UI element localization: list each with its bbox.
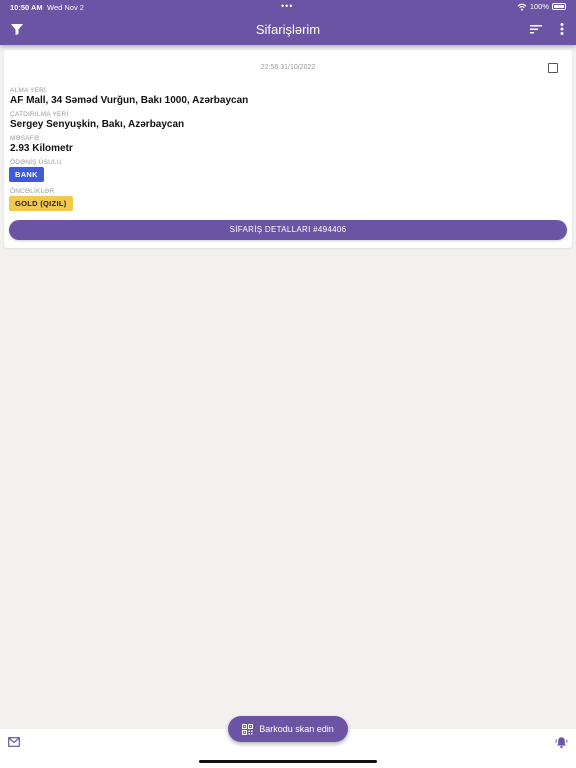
pickup-label: ALMA YERİ [10,87,47,94]
battery-percent: 100% [529,2,549,11]
sort-icon[interactable] [527,20,545,38]
order-datetime: 22:58 31/10/2022 [260,64,316,71]
app-header: 10:50 AM Wed Nov 2 ••• 100% Sifarişlərim [0,0,576,45]
mail-icon[interactable] [8,737,20,747]
pickup-value: AF Mall, 34 Səməd Vurğun, Bakı 1000, Azə… [10,95,249,106]
battery-icon [552,3,566,10]
status-time: 10:50 AM [10,3,43,12]
qr-code-icon [242,723,254,735]
status-bar: 10:50 AM Wed Nov 2 ••• 100% [0,0,576,14]
order-checkbox[interactable] [548,63,558,73]
bell-icon[interactable] [555,736,568,749]
order-card[interactable]: 22:58 31/10/2022 ALMA YERİ AF Mall, 34 S… [4,50,572,248]
home-indicator[interactable] [199,760,377,763]
delivery-value: Sergey Senyuşkin, Bakı, Azərbaycan [10,119,185,130]
delivery-label: ÇATDIRILMA YERİ [10,111,69,118]
payment-label: ÖDƏNİŞ ÜSULU [10,159,62,166]
priority-badge: GOLD (QIZIL) [9,196,73,211]
distance-label: MƏSAFƏ [10,135,40,142]
scan-barcode-button[interactable]: Barkodu skan edin [228,716,348,742]
multitask-dots[interactable]: ••• [281,1,293,11]
page-title: Sifarişlərim [255,22,321,37]
distance-value: 2.93 Kilometr [10,143,73,154]
status-date: Wed Nov 2 [47,3,84,12]
payment-badge: BANK [9,167,44,182]
wifi-icon [517,3,527,11]
more-vert-icon[interactable] [553,20,571,38]
order-details-button[interactable]: SİFARİŞ DETALLARI #494406 [9,220,567,240]
priority-label: ÖNCƏLİKLƏR [10,188,55,195]
status-right: 100% [517,2,566,11]
scan-barcode-label: Barkodu skan edin [259,724,334,734]
